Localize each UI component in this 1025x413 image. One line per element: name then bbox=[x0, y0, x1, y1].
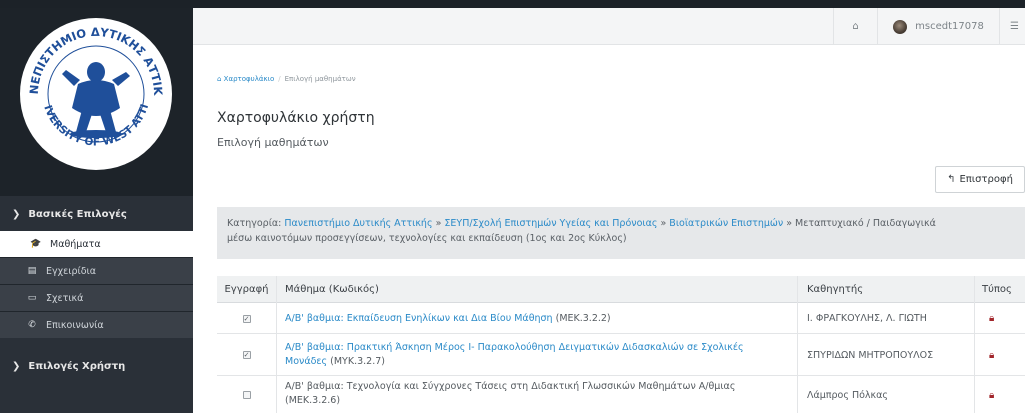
sidebar-item-label: Μαθήματα bbox=[50, 238, 101, 250]
header-course[interactable]: Μάθημα (Κωδικός) bbox=[285, 276, 379, 303]
card-icon: ▭ bbox=[27, 293, 37, 303]
breadcrumb-separator: / bbox=[278, 75, 281, 83]
breadcrumb-home-label: Χαρτοφυλάκιο bbox=[223, 75, 275, 83]
phone-icon: ✆ bbox=[28, 320, 36, 330]
sidebar-section-user[interactable]: ❯ Επιλογές Χρήστη bbox=[0, 349, 193, 383]
course-link[interactable]: Α/Β' βαθμια: Εκπαίδευση Ενηλίκων και Δια… bbox=[285, 313, 553, 324]
category-prefix: Κατηγορία: bbox=[227, 218, 285, 229]
page-subtitle: Επιλογή μαθημάτων bbox=[217, 136, 329, 149]
chevron-down-icon: ❯ bbox=[12, 208, 21, 220]
course-cell: Α/Β' βαθμια: Πρακτική Άσκηση Μέρος Ι- Πα… bbox=[285, 334, 795, 376]
course-cell: Α/Β' βαθμια: Εκπαίδευση Ενηλίκων και Δια… bbox=[285, 303, 795, 334]
category-info-box: Κατηγορία: Πανεπιστήμιο Δυτικής Αττικής … bbox=[217, 207, 1025, 259]
enroll-cell: ✓ bbox=[217, 334, 276, 376]
table-header: Εγγραφή Μάθημα (Κωδικός) Καθηγητής Τύπος bbox=[217, 276, 1025, 303]
sidebar-item-manuals[interactable]: ▤ Εγχειρίδια bbox=[0, 258, 193, 284]
window-top-strip bbox=[0, 0, 1025, 8]
type-cell: 🔒︎ bbox=[989, 376, 994, 413]
app-window: ΠΑΝΕΠΙΣΤΗΜΙΟ ΔΥΤΙΚΗΣ ΑΤΤΙΚΗΣ UNIVERSITY … bbox=[0, 0, 1025, 413]
sidebar-item-label: Επικοινωνία bbox=[46, 319, 104, 331]
course-link[interactable]: Α/Β' βαθμια: Πρακτική Άσκηση Μέρος Ι- Πα… bbox=[285, 341, 744, 355]
sidebar-section-basic[interactable]: ❯ Βασικές Επιλογές bbox=[0, 197, 193, 231]
course-code: (ΜΕΚ.3.2.2) bbox=[555, 313, 611, 324]
course-title: Α/Β' βαθμια: Τεχνολογία και Σύγχρονες Τά… bbox=[285, 381, 736, 392]
type-cell: 🔒︎ bbox=[989, 334, 994, 376]
avatar bbox=[893, 19, 908, 34]
sidebar-item-label: Σχετικά bbox=[46, 292, 84, 304]
course-cell: Α/Β' βαθμια: Τεχνολογία και Σύγχρονες Τά… bbox=[285, 380, 795, 408]
table-row: Α/Β' βαθμια: Τεχνολογία και Σύγχρονες Τά… bbox=[217, 376, 1025, 413]
teacher-cell: Λάμπρος Πόλκας bbox=[807, 389, 888, 401]
breadcrumb-current: Επιλογή μαθημάτων bbox=[284, 75, 356, 83]
category-link-department[interactable]: Βιοϊατρικών Επιστημών bbox=[669, 218, 783, 229]
breadcrumb: ⌂ Χαρτοφυλάκιο / Επιλογή μαθημάτων bbox=[217, 75, 356, 83]
sliders-icon: ☰ bbox=[1010, 21, 1019, 32]
course-link-cont[interactable]: Μονάδες bbox=[285, 356, 327, 367]
logo-area: ΠΑΝΕΠΙΣΤΗΜΙΟ ΔΥΤΙΚΗΣ ΑΤΤΙΚΗΣ UNIVERSITY … bbox=[0, 8, 193, 196]
sidebar-item-courses[interactable]: 🎓 Μαθήματα bbox=[0, 231, 193, 257]
sidebar-section-basic-label: Βασικές Επιλογές bbox=[28, 208, 127, 220]
sidebar-item-label: Εγχειρίδια bbox=[46, 265, 96, 277]
column-divider bbox=[797, 276, 798, 413]
university-logo[interactable]: ΠΑΝΕΠΙΣΤΗΜΙΟ ΔΥΤΙΚΗΣ ΑΤΤΙΚΗΣ UNIVERSITY … bbox=[16, 14, 176, 174]
lock-icon: 🔒︎ bbox=[989, 389, 995, 401]
course-code: (ΜΥΚ.3.2.7) bbox=[330, 356, 385, 367]
type-cell: 🔒︎ bbox=[989, 303, 994, 334]
column-divider bbox=[276, 276, 277, 413]
back-button-label: Επιστροφή bbox=[959, 174, 1013, 185]
header-enroll[interactable]: Εγγραφή bbox=[217, 276, 276, 303]
table-row: ✓ Α/Β' βαθμια: Εκπαίδευση Ενηλίκων και Δ… bbox=[217, 303, 1025, 334]
sidebar-item-about[interactable]: ▭ Σχετικά bbox=[0, 285, 193, 311]
sidebar: ΠΑΝΕΠΙΣΤΗΜΙΟ ΔΥΤΙΚΗΣ ΑΤΤΙΚΗΣ UNIVERSITY … bbox=[0, 8, 193, 413]
column-divider bbox=[974, 276, 975, 413]
settings-button[interactable]: ☰ bbox=[999, 8, 1025, 45]
lock-icon: 🔒︎ bbox=[989, 313, 995, 324]
course-code: (ΜΕΚ.3.2.6) bbox=[285, 395, 341, 406]
teacher-cell: Ι. ΦΡΑΓΚΟΥΛΗΣ, Λ. ΓΙΩΤΗ bbox=[807, 313, 927, 324]
table-row: ✓ Α/Β' βαθμια: Πρακτική Άσκηση Μέρος Ι- … bbox=[217, 334, 1025, 376]
document-icon: ▤ bbox=[27, 266, 37, 276]
breadcrumb-home-link[interactable]: ⌂ Χαρτοφυλάκιο bbox=[217, 75, 274, 83]
user-menu[interactable]: mscedt17078 bbox=[877, 8, 999, 45]
header-type[interactable]: Τύπος bbox=[982, 276, 1012, 303]
teacher-cell: ΣΠΥΡΙΔΩΝ ΜΗΤΡΟΠΟΥΛΟΣ bbox=[807, 349, 934, 361]
category-separator: » bbox=[432, 218, 445, 229]
lock-icon: 🔒︎ bbox=[989, 349, 995, 361]
category-separator: » bbox=[657, 218, 670, 229]
username: mscedt17078 bbox=[915, 21, 984, 32]
enroll-checkbox[interactable]: ✓ bbox=[242, 314, 251, 323]
main-content: ⌂ mscedt17078 ☰ ⌂ Χαρτοφυλάκιο / Επιλογή μ… bbox=[193, 8, 1025, 413]
page-title: Χαρτοφυλάκιο χρήστη bbox=[217, 110, 375, 126]
category-line-1: Κατηγορία: Πανεπιστήμιο Δυτικής Αττικής … bbox=[227, 216, 1015, 231]
category-link-school[interactable]: ΣΕΥΠ/Σχολή Επιστημών Υγείας και Πρόνοιας bbox=[444, 218, 657, 229]
enroll-cell: ✓ bbox=[217, 303, 276, 334]
category-link-university[interactable]: Πανεπιστήμιο Δυτικής Αττικής bbox=[284, 218, 432, 229]
chevron-right-icon: ❯ bbox=[12, 360, 21, 372]
category-line-2: μέσω καινοτόμων προσεγγίσεων, τεχνολογίε… bbox=[227, 233, 627, 244]
enroll-cell bbox=[217, 376, 276, 413]
reply-arrow-icon: ↰ bbox=[947, 174, 956, 185]
sidebar-section-user-label: Επιλογές Χρήστη bbox=[28, 360, 126, 372]
enroll-checkbox[interactable] bbox=[242, 391, 251, 399]
category-tail: » Μεταπτυχιακό / Παιδαγωγικά bbox=[783, 218, 936, 229]
sidebar-item-contact[interactable]: ✆ Επικοινωνία bbox=[0, 312, 193, 338]
header-teacher[interactable]: Καθηγητής bbox=[807, 276, 863, 303]
home-icon: ⌂ bbox=[852, 21, 859, 32]
enroll-checkbox[interactable]: ✓ bbox=[242, 351, 251, 359]
back-button[interactable]: ↰ Επιστροφή bbox=[935, 166, 1025, 193]
home-button[interactable]: ⌂ bbox=[833, 8, 877, 45]
top-navbar: ⌂ mscedt17078 ☰ bbox=[193, 8, 1025, 45]
graduation-cap-icon: 🎓 bbox=[30, 239, 42, 249]
